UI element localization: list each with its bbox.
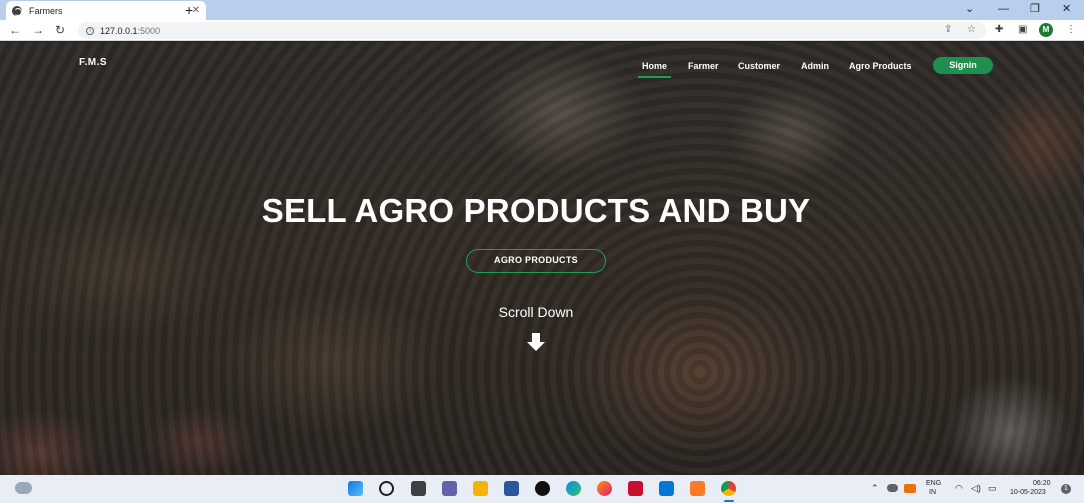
wifi-icon[interactable]: ◠: [955, 484, 963, 493]
browser-tab[interactable]: Farmers ✕: [6, 1, 206, 20]
url-host: 127.0.0.1: [100, 25, 138, 36]
extensions-puzzle-icon[interactable]: ✚: [995, 22, 1003, 38]
minimize-button[interactable]: —: [998, 2, 1009, 16]
store-icon[interactable]: [504, 481, 519, 496]
forward-arrow-icon[interactable]: →: [32, 22, 44, 38]
site-brand[interactable]: F.M.S: [79, 57, 107, 68]
chrome-icon[interactable]: [721, 481, 736, 496]
cloud-icon[interactable]: [887, 484, 898, 492]
browser-toolbar: ← → ↻ i 127.0.0.1:5000 ⇪ ☆ ✚ ▣ M ⋮: [0, 20, 1084, 41]
side-panel-icon[interactable]: ▣: [1018, 22, 1027, 38]
share-icon[interactable]: ⇪: [944, 22, 952, 38]
search-icon[interactable]: [379, 481, 394, 496]
tab-search-icon[interactable]: ⌄: [965, 2, 974, 16]
region-indicator[interactable]: IN: [929, 489, 936, 497]
firefox-icon[interactable]: [597, 481, 612, 496]
new-tab-button[interactable]: +: [185, 2, 193, 18]
clock-date[interactable]: 10-05-2023: [1010, 489, 1046, 497]
chat-icon[interactable]: [442, 481, 457, 496]
volume-icon[interactable]: ◁): [971, 484, 981, 493]
agro-products-button[interactable]: AGRO PRODUCTS: [466, 249, 606, 273]
scroll-down-label[interactable]: Scroll Down: [0, 304, 1072, 320]
nav-home[interactable]: Home: [637, 61, 672, 78]
tray-chevron-icon[interactable]: ⌃: [871, 484, 879, 493]
close-window-button[interactable]: ✕: [1062, 2, 1071, 16]
bookmark-star-icon[interactable]: ☆: [967, 22, 976, 38]
tab-title: Farmers: [29, 5, 63, 16]
browser-window: Farmers ✕ + ⌄ — ❐ ✕ ← → ↻ i 127.0.0.1:50…: [0, 0, 1084, 503]
page-hero: F.M.S Home Farmer Customer Admin Agro Pr…: [0, 42, 1084, 475]
xampp-icon[interactable]: [690, 481, 705, 496]
vscode-icon[interactable]: [659, 481, 674, 496]
clock-time[interactable]: 06:20: [1033, 480, 1051, 488]
reload-icon[interactable]: ↻: [55, 22, 65, 38]
nav-admin[interactable]: Admin: [801, 61, 829, 71]
url-port: :5000: [137, 25, 161, 36]
tray-app-icon[interactable]: [904, 484, 916, 493]
nav-customer[interactable]: Customer: [738, 61, 780, 71]
signin-button[interactable]: Signin: [933, 57, 993, 74]
hero-title: SELL AGRO PRODUCTS AND BUY: [261, 192, 811, 229]
site-info-icon[interactable]: i: [86, 26, 94, 35]
file-explorer-icon[interactable]: [473, 481, 488, 496]
tab-strip: Farmers ✕ + ⌄ — ❐ ✕: [0, 0, 1084, 20]
taskbar: ⌃ ENG IN ◠ ◁) ▭ 06:20 10-05-2023 1: [0, 475, 1084, 503]
battery-icon[interactable]: ▭: [988, 484, 997, 493]
active-app-indicator: [724, 500, 734, 502]
address-bar[interactable]: i 127.0.0.1:5000: [78, 22, 986, 39]
restore-button[interactable]: ❐: [1030, 2, 1040, 16]
back-arrow-icon[interactable]: ←: [9, 22, 21, 38]
browser-menu-icon[interactable]: ⋮: [1066, 22, 1076, 38]
mcafee-icon[interactable]: [628, 481, 643, 496]
language-indicator[interactable]: ENG: [926, 480, 941, 488]
windows-start-icon[interactable]: [348, 481, 363, 496]
weather-icon[interactable]: [15, 482, 32, 494]
edge-icon[interactable]: [566, 481, 581, 496]
nav-farmer[interactable]: Farmer: [688, 61, 719, 71]
globe-icon: [12, 5, 22, 16]
dell-icon[interactable]: [535, 481, 550, 496]
profile-avatar[interactable]: M: [1039, 23, 1053, 37]
nav-agro-products[interactable]: Agro Products: [849, 61, 912, 71]
task-view-icon[interactable]: [411, 481, 426, 496]
notification-badge[interactable]: 1: [1061, 484, 1071, 494]
arrow-down-icon[interactable]: [525, 332, 547, 352]
